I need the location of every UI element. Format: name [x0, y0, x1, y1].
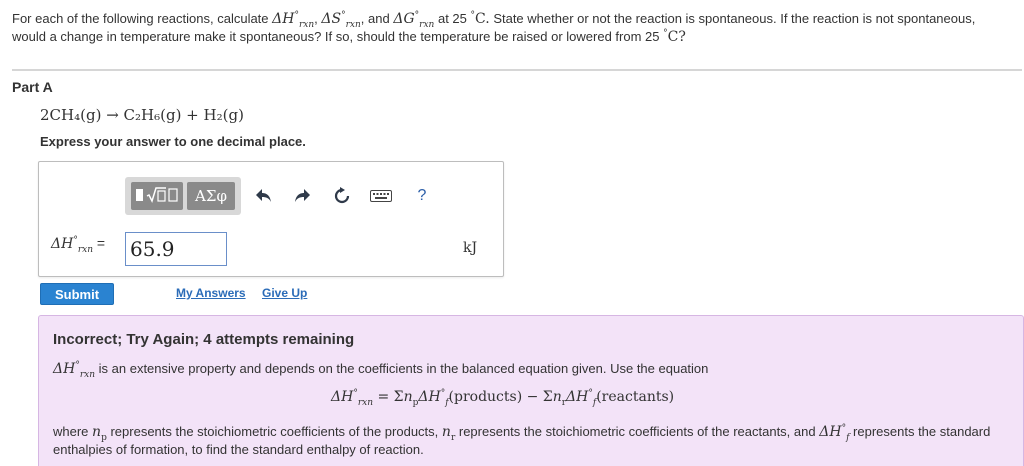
my-answers-link[interactable]: My Answers	[176, 286, 246, 300]
undo-icon[interactable]	[253, 186, 275, 206]
feedback-panel: Incorrect; Try Again; 4 attempts remaini…	[38, 315, 1024, 466]
feedback-hint: ΔH°rxn is an extensive property and depe…	[53, 360, 709, 380]
submit-button[interactable]: Submit	[40, 283, 114, 305]
enthalpy-equation: ΔH°rxn = ΣnpΔH°f(products) − ΣnrΔH°f(rea…	[331, 388, 675, 408]
keyboard-icon[interactable]	[369, 186, 393, 206]
greek-symbols-button[interactable]: ΑΣφ	[187, 182, 235, 210]
ds-symbol: ΔS°rxn	[321, 10, 361, 30]
feedback-explanation: where np represents the stoichiometric c…	[53, 423, 991, 457]
template-icon	[135, 186, 179, 207]
answer-unit: kJ	[463, 240, 478, 256]
dg-symbol: ΔG°rxn	[393, 10, 435, 30]
template-button[interactable]	[131, 182, 183, 210]
answer-instruction: Express your answer to one decimal place…	[40, 134, 306, 149]
intro-text: For each of the following reactions, cal…	[12, 11, 269, 26]
problem-intro: For each of the following reactions, cal…	[12, 10, 976, 45]
part-title: Part A	[12, 79, 53, 95]
section-divider	[12, 69, 1022, 71]
dh-symbol: ΔH°rxn	[272, 10, 315, 30]
redo-icon[interactable]	[291, 186, 313, 206]
answer-box: ΑΣφ ? ΔH°rxn = kJ	[38, 161, 504, 277]
help-button[interactable]: ?	[413, 186, 431, 206]
math-toolbar: ΑΣφ	[125, 177, 241, 215]
answer-input[interactable]	[125, 232, 227, 266]
answer-label: ΔH°rxn =	[51, 235, 106, 255]
feedback-title: Incorrect; Try Again; 4 attempts remaini…	[53, 331, 355, 348]
reset-icon[interactable]	[331, 186, 353, 206]
reaction-equation: 2CH₄(g) → C₂H₆(g) + H₂(g)	[40, 106, 244, 124]
give-up-link[interactable]: Give Up	[262, 286, 307, 300]
